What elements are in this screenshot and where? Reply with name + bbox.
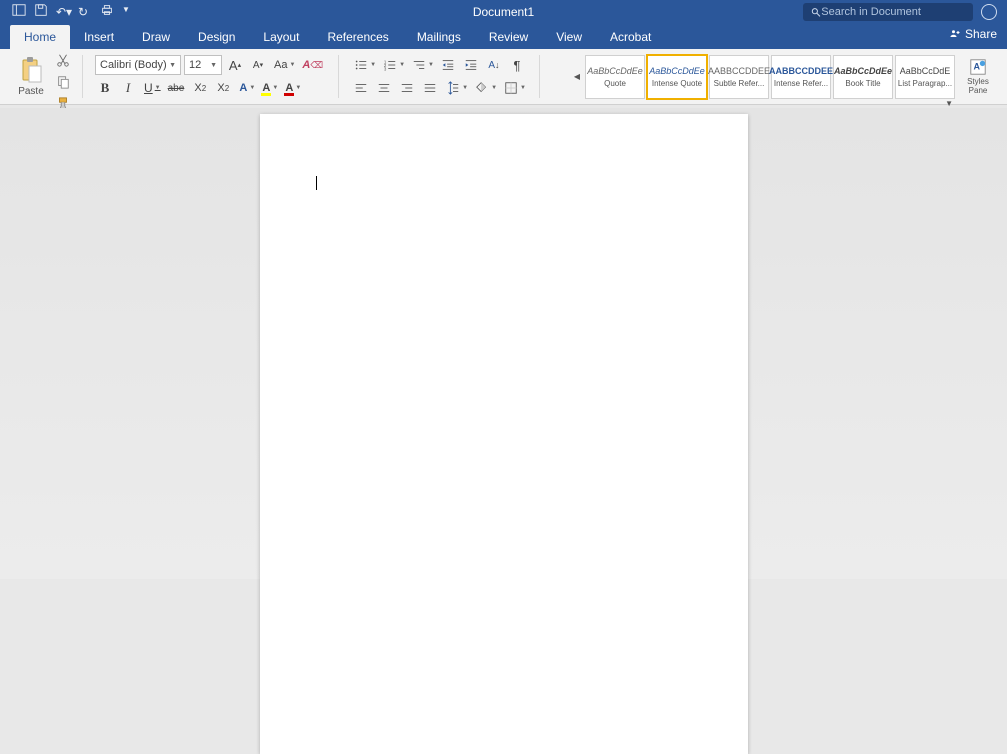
- clear-formatting-button[interactable]: A⌫: [299, 55, 326, 75]
- styles-pane-button[interactable]: A Styles Pane: [957, 58, 999, 96]
- style-quote[interactable]: AaBbCcDdEe Quote: [585, 55, 645, 99]
- text-cursor: [316, 176, 317, 190]
- style-subtle-reference[interactable]: AABBCCDDEE Subtle Refer...: [709, 55, 769, 99]
- align-right-button[interactable]: [397, 78, 417, 98]
- style-list-paragraph[interactable]: AaBbCcDdE List Paragrap...: [895, 55, 955, 99]
- undo-icon[interactable]: ↶▾: [56, 5, 70, 19]
- borders-button[interactable]: ▼: [501, 78, 527, 98]
- title-bar: ↶▾ ↻ ▼ Document1: [0, 0, 1007, 24]
- sort-button[interactable]: A↓: [484, 55, 504, 75]
- underline-button[interactable]: U▼: [141, 78, 162, 98]
- tab-view[interactable]: View: [542, 25, 596, 49]
- styles-expand-button[interactable]: ▼: [945, 99, 953, 108]
- bold-button[interactable]: B: [95, 78, 115, 98]
- font-size-select[interactable]: 12▼: [184, 55, 222, 75]
- style-intense-quote[interactable]: AaBbCcDdEe Intense Quote: [647, 55, 707, 99]
- style-book-title[interactable]: AaBbCcDdEe Book Title: [833, 55, 893, 99]
- italic-button[interactable]: I: [118, 78, 138, 98]
- tab-acrobat[interactable]: Acrobat: [596, 25, 665, 49]
- superscript-button[interactable]: X2: [213, 78, 233, 98]
- quick-access-toolbar: ↶▾ ↻ ▼: [0, 3, 136, 22]
- tab-layout[interactable]: Layout: [249, 25, 313, 49]
- line-spacing-button[interactable]: ▼: [443, 78, 469, 98]
- align-center-button[interactable]: [374, 78, 394, 98]
- ribbon-tabs: Home Insert Draw Design Layout Reference…: [0, 24, 1007, 49]
- clipboard-group: Paste: [6, 53, 74, 100]
- ribbon: Paste Calibri (Body)▼ 12▼ A▴ A▾ Aa▼ A⌫ B…: [0, 49, 1007, 105]
- tab-mailings[interactable]: Mailings: [403, 25, 475, 49]
- decrease-indent-button[interactable]: [438, 55, 458, 75]
- justify-button[interactable]: [420, 78, 440, 98]
- tab-references[interactable]: References: [313, 25, 402, 49]
- copy-button[interactable]: [56, 75, 70, 92]
- styles-gallery: ◀ AaBbCcDdEe Quote AaBbCcDdEe Intense Qu…: [571, 53, 1001, 100]
- show-marks-button[interactable]: ¶: [507, 55, 527, 75]
- font-color-button[interactable]: A▼: [282, 78, 302, 98]
- styles-scroll-left[interactable]: ◀: [571, 70, 583, 84]
- search-box[interactable]: [803, 3, 973, 21]
- document-area[interactable]: [0, 108, 1007, 579]
- change-case-button[interactable]: Aa▼: [271, 55, 296, 75]
- tab-draw[interactable]: Draw: [128, 25, 184, 49]
- save-icon[interactable]: [34, 3, 48, 22]
- style-intense-reference[interactable]: AABBCCDDEE Intense Refer...: [771, 55, 831, 99]
- cut-button[interactable]: [56, 53, 70, 70]
- align-left-button[interactable]: [351, 78, 371, 98]
- svg-text:A: A: [974, 61, 981, 71]
- sidebar-toggle-icon[interactable]: [12, 3, 26, 22]
- tab-review[interactable]: Review: [475, 25, 542, 49]
- numbering-button[interactable]: 123▼: [380, 55, 406, 75]
- page[interactable]: [260, 114, 748, 754]
- search-icon: [811, 7, 821, 18]
- share-button[interactable]: Share: [949, 27, 997, 41]
- font-group: Calibri (Body)▼ 12▼ A▴ A▾ Aa▼ A⌫ B I U▼ …: [91, 53, 330, 100]
- grow-font-button[interactable]: A▴: [225, 55, 245, 75]
- paragraph-group: ▼ 123▼ ▼ A↓ ¶ ▼ ▼ ▼: [347, 53, 531, 100]
- search-input[interactable]: [821, 6, 965, 18]
- paste-button[interactable]: Paste: [10, 53, 52, 100]
- strikethrough-button[interactable]: abe: [165, 78, 188, 98]
- text-effects-button[interactable]: A▼: [236, 78, 256, 98]
- paste-label: Paste: [18, 86, 44, 97]
- shading-button[interactable]: ▼: [472, 78, 498, 98]
- increase-indent-button[interactable]: [461, 55, 481, 75]
- tab-design[interactable]: Design: [184, 25, 249, 49]
- subscript-button[interactable]: X2: [190, 78, 210, 98]
- qat-customize-icon[interactable]: ▼: [122, 5, 136, 19]
- share-label: Share: [965, 27, 997, 41]
- svg-text:3: 3: [384, 66, 387, 71]
- feedback-icon[interactable]: [981, 4, 997, 20]
- document-title: Document1: [473, 5, 534, 19]
- redo-icon[interactable]: ↻: [78, 5, 92, 19]
- shrink-font-button[interactable]: A▾: [248, 55, 268, 75]
- font-name-select[interactable]: Calibri (Body)▼: [95, 55, 181, 75]
- bullets-button[interactable]: ▼: [351, 55, 377, 75]
- share-icon: [949, 28, 961, 40]
- multilevel-list-button[interactable]: ▼: [409, 55, 435, 75]
- print-icon[interactable]: [100, 3, 114, 22]
- tab-insert[interactable]: Insert: [70, 25, 128, 49]
- tab-home[interactable]: Home: [10, 25, 70, 49]
- highlight-button[interactable]: A▼: [259, 78, 279, 98]
